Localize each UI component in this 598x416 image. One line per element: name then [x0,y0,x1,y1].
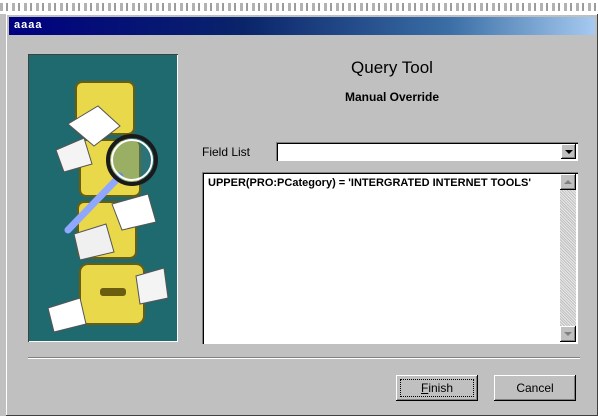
background-text [0,3,598,11]
query-tool-dialog: aaaa Query Tool Manual Override Field Li… [6,14,598,416]
focus-rect [400,379,474,397]
query-expression-text: UPPER(PRO:PCategory) = 'INTERGRATED INTE… [208,177,531,189]
divider [28,357,580,359]
cancel-label: Cancel [516,381,554,395]
vertical-scrollbar[interactable] [560,174,576,342]
background-text-strip [0,0,598,14]
window-title: aaaa [14,19,43,31]
dialog-subtitle: Manual Override [344,90,440,104]
field-list-combo[interactable] [276,142,578,161]
cancel-button[interactable]: Cancel [494,375,576,401]
dropdown-button[interactable] [561,144,576,159]
query-expression-textarea[interactable]: UPPER(PRO:PCategory) = 'INTERGRATED INTE… [202,172,578,344]
wizard-illustration [28,54,178,342]
chevron-down-icon [564,149,573,154]
scroll-down-button[interactable] [560,326,576,342]
arrow-up-icon [564,180,572,184]
dialog-title: Query Tool [351,58,433,77]
finish-button[interactable]: Finish [396,375,478,401]
filing-cabinet-magnifier-icon [47,81,169,333]
field-list-label: Field List [202,145,251,159]
scroll-up-button[interactable] [560,174,576,190]
arrow-down-icon [564,332,572,336]
title-bar[interactable]: aaaa [9,17,595,35]
